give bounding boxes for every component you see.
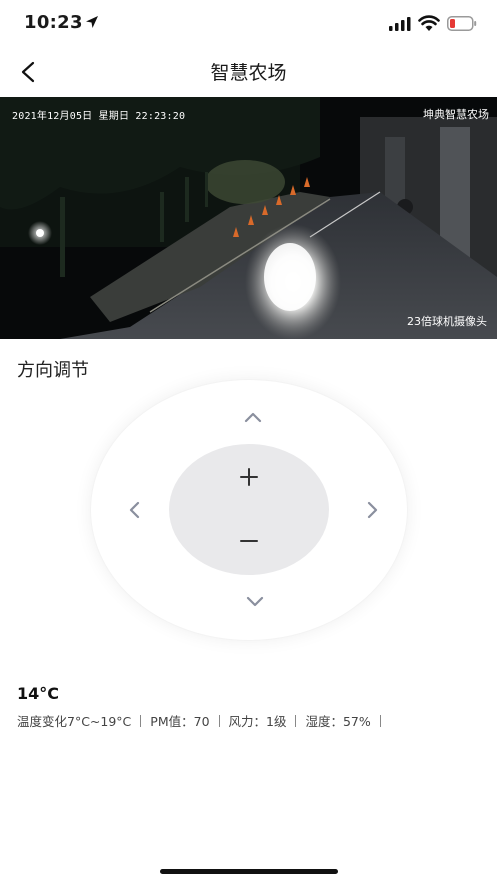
minus-icon [240, 540, 258, 542]
status-bar: 10:23 [0, 0, 497, 48]
status-time: 10:23 [24, 12, 83, 33]
divider [218, 714, 220, 727]
zoom-out-button[interactable] [229, 521, 269, 561]
divider [379, 714, 381, 727]
chevron-left-icon [129, 501, 140, 519]
divider [295, 714, 297, 727]
chevron-up-icon [244, 412, 262, 423]
signal-icon [389, 17, 411, 31]
pan-down-button[interactable] [238, 584, 272, 618]
weather-details: 温度变化7°C~19°C PM值：70 风力：1级 湿度：57% [17, 711, 390, 730]
wind-level: 风力：1级 [228, 714, 287, 729]
zoom-in-button[interactable] [229, 457, 269, 497]
chevron-down-icon [246, 596, 264, 607]
pan-left-button[interactable] [118, 493, 152, 527]
location-arrow-icon [86, 16, 98, 28]
plus-icon [240, 468, 258, 486]
chevron-right-icon [367, 501, 378, 519]
home-indicator[interactable] [160, 869, 338, 874]
section-title-direction: 方向调节 [17, 360, 89, 381]
current-temperature: 14°C [17, 684, 60, 703]
night-scene-image [0, 97, 497, 339]
temperature-range: 温度变化7°C~19°C [17, 714, 132, 729]
battery-low-icon [447, 16, 477, 31]
page-title: 智慧农场 [210, 62, 287, 84]
pm-value: PM值：70 [150, 714, 210, 729]
camera-video-feed[interactable]: 2021年12月05日 星期日 22:23:20 坤典智慧农场 23倍球机摄像头 [0, 97, 497, 339]
camera-brand-watermark: 坤典智慧农场 [423, 108, 489, 121]
divider [140, 714, 142, 727]
wifi-icon [418, 15, 440, 31]
camera-name-label: 23倍球机摄像头 [407, 315, 487, 328]
navigation-bar: 智慧农场 [0, 48, 497, 94]
pan-right-button[interactable] [355, 493, 389, 527]
humidity-value: 湿度：57% [305, 714, 371, 729]
camera-timestamp: 2021年12月05日 星期日 22:23:20 [12, 111, 186, 122]
pan-up-button[interactable] [236, 401, 270, 435]
